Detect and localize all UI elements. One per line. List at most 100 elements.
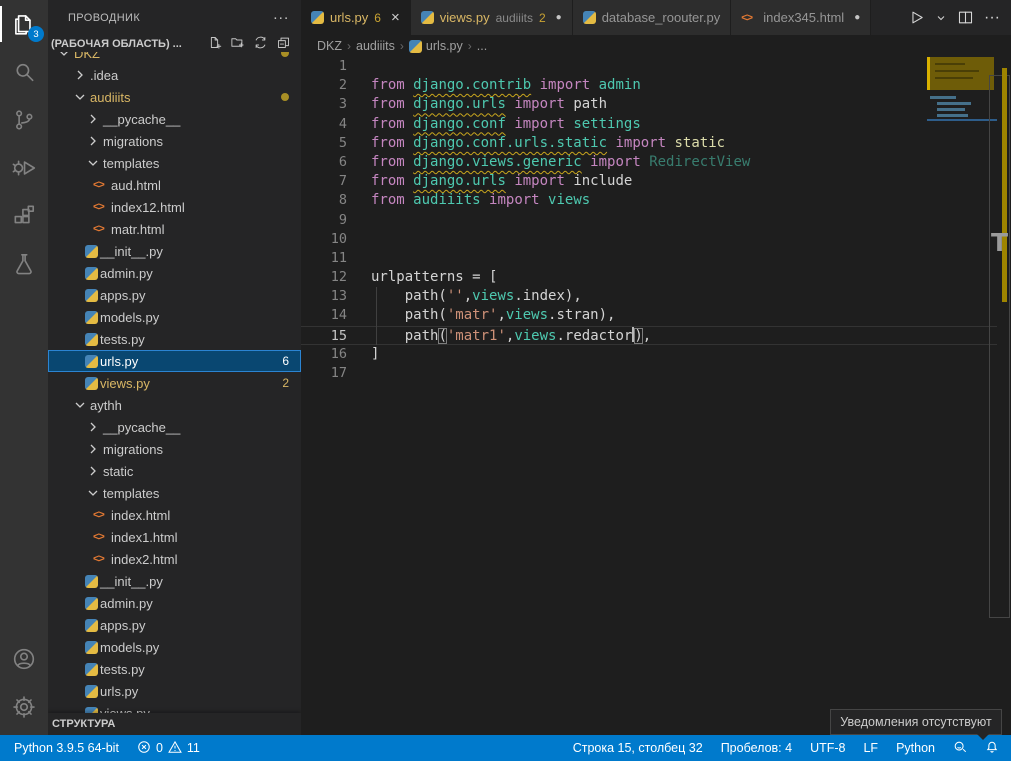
code-editor[interactable]: 1 2 from django.contrib import admin 3 f… bbox=[301, 57, 1011, 383]
tree-item-urls.py[interactable]: urls.py6 bbox=[48, 350, 301, 372]
tree-item-models.py[interactable]: models.py bbox=[48, 636, 301, 658]
code-line-7[interactable]: 7 from django.urls import include bbox=[301, 172, 997, 191]
collapse-all-icon[interactable] bbox=[276, 35, 291, 53]
bell-icon[interactable] bbox=[985, 740, 999, 757]
code-line-9[interactable]: 9 bbox=[301, 211, 997, 230]
tree-item-__init__.py[interactable]: __init__.py bbox=[48, 240, 301, 262]
tree-item-matr.html[interactable]: <>matr.html bbox=[48, 218, 301, 240]
activity-extensions-icon[interactable] bbox=[0, 192, 48, 240]
line-number: 3 bbox=[301, 95, 347, 114]
tree-item-admin.py[interactable]: admin.py bbox=[48, 592, 301, 614]
new-folder-icon[interactable] bbox=[230, 35, 245, 53]
status-encoding[interactable]: UTF-8 bbox=[810, 741, 845, 755]
code-line-16[interactable]: 16 ] bbox=[301, 345, 997, 364]
indent-guide bbox=[376, 287, 377, 345]
tree-item-templates[interactable]: templates bbox=[48, 152, 301, 174]
run-dropdown-icon[interactable] bbox=[932, 0, 950, 35]
tree-item-static[interactable]: static bbox=[48, 460, 301, 482]
tree-item-index.html[interactable]: <>index.html bbox=[48, 504, 301, 526]
feedback-icon[interactable] bbox=[953, 740, 967, 757]
tree-item-audiiits[interactable]: audiiits bbox=[48, 86, 301, 108]
tree-item-admin.py[interactable]: admin.py bbox=[48, 262, 301, 284]
code-line-13[interactable]: 13 path('',views.index), bbox=[301, 287, 997, 306]
status-problems[interactable]: 0 11 bbox=[137, 740, 200, 757]
activity-source-control-icon[interactable] bbox=[0, 96, 48, 144]
code-line-4[interactable]: 4 from django.conf import settings bbox=[301, 115, 997, 134]
breadcrumb-item-...[interactable]: ... bbox=[477, 39, 487, 53]
tree-item-templates[interactable]: templates bbox=[48, 482, 301, 504]
tree-item-DKZ[interactable]: DKZ bbox=[48, 52, 301, 64]
html-file-icon: <> bbox=[93, 509, 109, 521]
tree-item-views.py[interactable]: views.py2 bbox=[48, 372, 301, 394]
code-line-1[interactable]: 1 bbox=[301, 57, 997, 76]
close-icon[interactable]: × bbox=[391, 9, 400, 26]
html-file-icon: <> bbox=[93, 553, 109, 565]
activity-explorer-icon[interactable]: 3 bbox=[0, 0, 48, 48]
code-line-6[interactable]: 6 from django.views.generic import Redir… bbox=[301, 153, 997, 172]
tree-item-__init__.py[interactable]: __init__.py bbox=[48, 570, 301, 592]
warning-icon bbox=[168, 740, 182, 757]
tree-item-index2.html[interactable]: <>index2.html bbox=[48, 548, 301, 570]
more-actions-icon[interactable]: ··· bbox=[981, 0, 1003, 35]
breadcrumb-item-audiiits[interactable]: audiiits bbox=[356, 39, 395, 53]
tree-item-aythh[interactable]: aythh bbox=[48, 394, 301, 416]
tree-item-tests.py[interactable]: tests.py bbox=[48, 328, 301, 350]
code-line-10[interactable]: 10 bbox=[301, 230, 997, 249]
activity-testing-icon[interactable] bbox=[0, 240, 48, 288]
code-line-15[interactable]: 15 path('matr1',views.redactor), bbox=[301, 326, 997, 345]
tree-item-.idea[interactable]: .idea bbox=[48, 64, 301, 86]
code-line-14[interactable]: 14 path('matr',views.stran), bbox=[301, 306, 997, 325]
tree-item-migrations[interactable]: migrations bbox=[48, 438, 301, 460]
activity-run-debug-icon[interactable] bbox=[0, 144, 48, 192]
tree-item-__pycache__[interactable]: __pycache__ bbox=[48, 108, 301, 130]
activity-account-icon[interactable] bbox=[0, 635, 48, 683]
tree-item-__pycache__[interactable]: __pycache__ bbox=[48, 416, 301, 438]
dirty-dot-icon: ● bbox=[854, 12, 860, 23]
line-number: 4 bbox=[301, 115, 347, 134]
tree-item-views.py[interactable]: views.py bbox=[48, 702, 301, 713]
tree-item-apps.py[interactable]: apps.py bbox=[48, 614, 301, 636]
breadcrumb-item-DKZ[interactable]: DKZ bbox=[317, 39, 342, 53]
status-indentation[interactable]: Пробелов: 4 bbox=[721, 741, 792, 755]
tree-item-index12.html[interactable]: <>index12.html bbox=[48, 196, 301, 218]
code-line-8[interactable]: 8 from audiiits import views bbox=[301, 191, 997, 210]
new-file-icon[interactable] bbox=[207, 35, 222, 53]
code-line-12[interactable]: 12 urlpatterns = [ bbox=[301, 268, 997, 287]
tree-item-tests.py[interactable]: tests.py bbox=[48, 658, 301, 680]
code-line-17[interactable]: 17 bbox=[301, 364, 997, 383]
tree-item-index1.html[interactable]: <>index1.html bbox=[48, 526, 301, 548]
code-line-3[interactable]: 3 from django.urls import path bbox=[301, 95, 997, 114]
workspace-section-header[interactable]: (РАБОЧАЯ ОБЛАСТЬ) ... bbox=[48, 35, 301, 52]
breadcrumb: DKZ›audiiits›urls.py›... bbox=[301, 35, 1011, 57]
line-number: 5 bbox=[301, 134, 347, 153]
code-line-11[interactable]: 11 bbox=[301, 249, 997, 268]
refresh-icon[interactable] bbox=[253, 35, 268, 53]
tab-views.py[interactable]: views.py audiiits 2 ● bbox=[411, 0, 573, 35]
tree-item-migrations[interactable]: migrations bbox=[48, 130, 301, 152]
status-eol[interactable]: LF bbox=[863, 741, 878, 755]
tree-item-aud.html[interactable]: <>aud.html bbox=[48, 174, 301, 196]
tree-item-models.py[interactable]: models.py bbox=[48, 306, 301, 328]
activity-settings-icon[interactable] bbox=[0, 683, 48, 731]
breadcrumb-item-urls.py[interactable]: urls.py bbox=[409, 39, 463, 53]
tab-index345.html[interactable]: <> index345.html ● bbox=[731, 0, 871, 35]
status-cursor-position[interactable]: Строка 15, столбец 32 bbox=[573, 741, 703, 755]
tab-bar: urls.py 6 × views.py audiiits 2 ● databa… bbox=[301, 0, 1011, 35]
status-python-interpreter[interactable]: Python 3.9.5 64-bit bbox=[14, 741, 119, 755]
tab-urls.py[interactable]: urls.py 6 × bbox=[301, 0, 411, 35]
tree-item-apps.py[interactable]: apps.py bbox=[48, 284, 301, 306]
run-icon[interactable] bbox=[905, 0, 928, 35]
split-editor-icon[interactable] bbox=[954, 0, 977, 35]
status-language-mode[interactable]: Python bbox=[896, 741, 935, 755]
code-line-5[interactable]: 5 from django.conf.urls.static import st… bbox=[301, 134, 997, 153]
code-line-2[interactable]: 2 from django.contrib import admin bbox=[301, 76, 997, 95]
explorer-more-actions-icon[interactable]: ··· bbox=[273, 9, 289, 26]
tab-database_roouter.py[interactable]: database_roouter.py bbox=[573, 0, 732, 35]
error-icon bbox=[137, 740, 151, 757]
line-number: 8 bbox=[301, 191, 347, 210]
line-number: 11 bbox=[301, 249, 347, 268]
tree-item-urls.py[interactable]: urls.py bbox=[48, 680, 301, 702]
activity-bar: 3 bbox=[0, 0, 48, 735]
outline-section-header[interactable]: СТРУКТУРА bbox=[48, 713, 301, 735]
activity-search-icon[interactable] bbox=[0, 48, 48, 96]
